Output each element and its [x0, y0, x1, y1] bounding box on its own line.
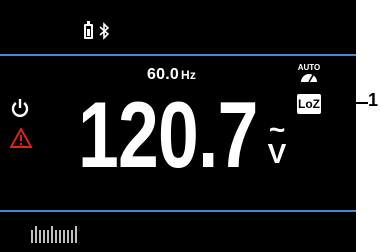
- main-reading: 120.7: [78, 82, 258, 187]
- bargraph-icon: [31, 226, 77, 243]
- callout-arrow: [322, 98, 368, 108]
- meter-display: 60.0 Hz AUTO LoZ 120.7 ~ V: [0, 0, 356, 252]
- loz-indicator: LoZ: [297, 94, 321, 114]
- callout-number: 1: [368, 90, 379, 110]
- unit-label: V: [267, 138, 287, 169]
- bluetooth-icon: [99, 22, 110, 40]
- bottom-divider: [0, 210, 356, 212]
- battery-icon: [84, 21, 93, 39]
- power-icon: [11, 99, 29, 117]
- reading-unit: ~ V: [262, 114, 292, 174]
- auto-label: AUTO: [298, 63, 320, 72]
- top-divider: [0, 54, 356, 56]
- warning-triangle-icon: [10, 128, 32, 148]
- auto-range-icon: AUTO: [298, 63, 320, 83]
- ac-symbol: ~: [268, 114, 286, 145]
